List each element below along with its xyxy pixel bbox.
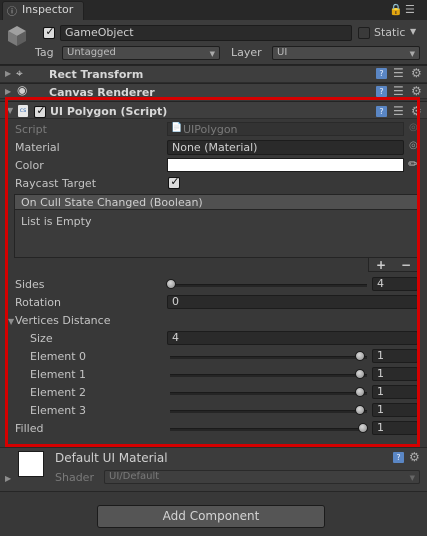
fold-arrow-icon[interactable]: ▶ (5, 69, 11, 78)
size-input[interactable]: 4 (167, 331, 418, 345)
element-label: Element 3 (30, 404, 87, 417)
script-label: Script (15, 123, 47, 136)
eye-icon: ◉ (17, 83, 28, 97)
material-field[interactable]: None (Material) (167, 140, 404, 155)
layer-value: UI (277, 47, 288, 58)
shader-value: UI/Default (109, 471, 160, 482)
object-picker-icon[interactable]: ◎ (409, 140, 418, 151)
active-checkbox[interactable]: ✓ (43, 25, 55, 39)
material-title: Default UI Material (55, 451, 168, 465)
filled-input[interactable]: 1 (372, 421, 418, 435)
element-slider-track[interactable] (170, 392, 367, 395)
rotation-label: Rotation (15, 296, 62, 309)
element-slider-track[interactable] (170, 410, 367, 413)
static-dropdown-arrow[interactable]: ▼ (410, 27, 416, 36)
script-file-icon: 📄 (171, 123, 183, 133)
element-label: Element 1 (30, 368, 87, 381)
material-label: Material (15, 141, 60, 154)
chevron-down-icon: ▼ (209, 50, 215, 58)
shader-label: Shader (55, 471, 94, 484)
rect-transform-title: Rect Transform (49, 68, 144, 81)
script-value: UIPolygon (183, 123, 238, 136)
element-slider-knob[interactable] (355, 405, 365, 415)
help-icon[interactable]: ? (376, 86, 387, 97)
element-slider-track[interactable] (170, 374, 367, 377)
gear-icon[interactable]: ⚙ (409, 450, 420, 464)
element-slider-knob[interactable] (355, 369, 365, 379)
element-input[interactable]: 1 (372, 367, 418, 381)
ui-polygon-title: UI Polygon (Script) (50, 105, 168, 118)
element-input[interactable]: 1 (372, 385, 418, 399)
help-icon[interactable]: ? (393, 452, 404, 463)
rotation-input[interactable]: 0 (167, 295, 418, 309)
canvas-renderer-title: Canvas Renderer (49, 86, 155, 97)
rect-transform-icon: ⌖ (16, 66, 23, 80)
element-slider-track[interactable] (170, 356, 367, 359)
shader-dropdown: UI/Default ▼ (104, 470, 420, 484)
raycast-target-checkbox[interactable]: ✓ (168, 175, 180, 189)
fold-arrow-icon[interactable]: ▼ (8, 317, 14, 326)
chevron-down-icon: ▼ (409, 474, 415, 482)
preset-icon[interactable]: ☰ (393, 104, 404, 118)
preset-icon[interactable]: ☰ (393, 84, 404, 98)
fold-arrow-icon[interactable]: ▶ (5, 474, 11, 483)
layer-label: Layer (231, 46, 262, 59)
element-label: Element 2 (30, 386, 87, 399)
gameobject-name-input[interactable]: GameObject (60, 25, 352, 41)
static-label: Static (374, 26, 406, 39)
filled-slider-knob[interactable] (358, 423, 368, 433)
filled-slider-track[interactable] (170, 428, 367, 431)
color-swatch[interactable] (167, 158, 404, 172)
element-label: Element 0 (30, 350, 87, 363)
gear-icon[interactable]: ⚙ (411, 104, 422, 118)
add-component-button[interactable]: Add Component (97, 505, 325, 528)
fold-arrow-icon[interactable]: ▶ (5, 87, 11, 96)
material-preview-swatch (18, 451, 44, 477)
sides-slider-knob[interactable] (166, 279, 176, 289)
element-input[interactable]: 1 (372, 349, 418, 363)
static-checkbox[interactable] (358, 27, 370, 39)
tab-label: Inspector (22, 3, 74, 16)
object-picker-icon: ◎ (409, 122, 418, 133)
script-field: 📄 UIPolygon (167, 122, 404, 136)
sides-slider-track[interactable] (170, 284, 367, 287)
info-icon: ⓘ (7, 7, 17, 18)
raycast-target-label: Raycast Target (15, 177, 97, 190)
component-enabled-checkbox[interactable]: ✓ (34, 104, 46, 118)
event-title: On Cull State Changed (Boolean) (21, 196, 203, 209)
help-icon[interactable]: ? (376, 106, 387, 117)
script-icon: cs (18, 105, 28, 117)
tag-value: Untagged (67, 47, 116, 58)
sides-label: Sides (15, 278, 45, 291)
chevron-down-icon: ▼ (409, 50, 415, 58)
help-icon[interactable]: ? (376, 68, 387, 79)
element-slider-knob[interactable] (355, 387, 365, 397)
lock-icon[interactable]: 🔒 (389, 3, 403, 16)
element-slider-knob[interactable] (355, 351, 365, 361)
gear-icon[interactable]: ⚙ (411, 66, 422, 80)
menu-icon[interactable]: ☰ (405, 3, 415, 16)
tag-label: Tag (35, 46, 54, 59)
fold-arrow-icon[interactable]: ▼ (7, 106, 13, 115)
layer-dropdown[interactable]: UI ▼ (272, 46, 420, 60)
remove-event-button[interactable]: − (401, 258, 411, 272)
eyedropper-icon[interactable]: ✏ (408, 157, 418, 171)
color-label: Color (15, 159, 44, 172)
element-input[interactable]: 1 (372, 403, 418, 417)
filled-label: Filled (15, 422, 44, 435)
preset-icon[interactable]: ☰ (393, 66, 404, 80)
sides-input[interactable]: 4 (372, 277, 418, 291)
vertices-distance-label: Vertices Distance (15, 314, 111, 327)
cube-icon (8, 26, 26, 46)
tag-dropdown[interactable]: Untagged ▼ (62, 46, 220, 60)
gear-icon[interactable]: ⚙ (411, 84, 422, 98)
size-label: Size (30, 332, 53, 345)
add-event-button[interactable]: + (376, 258, 386, 272)
event-empty-text: List is Empty (21, 215, 92, 228)
